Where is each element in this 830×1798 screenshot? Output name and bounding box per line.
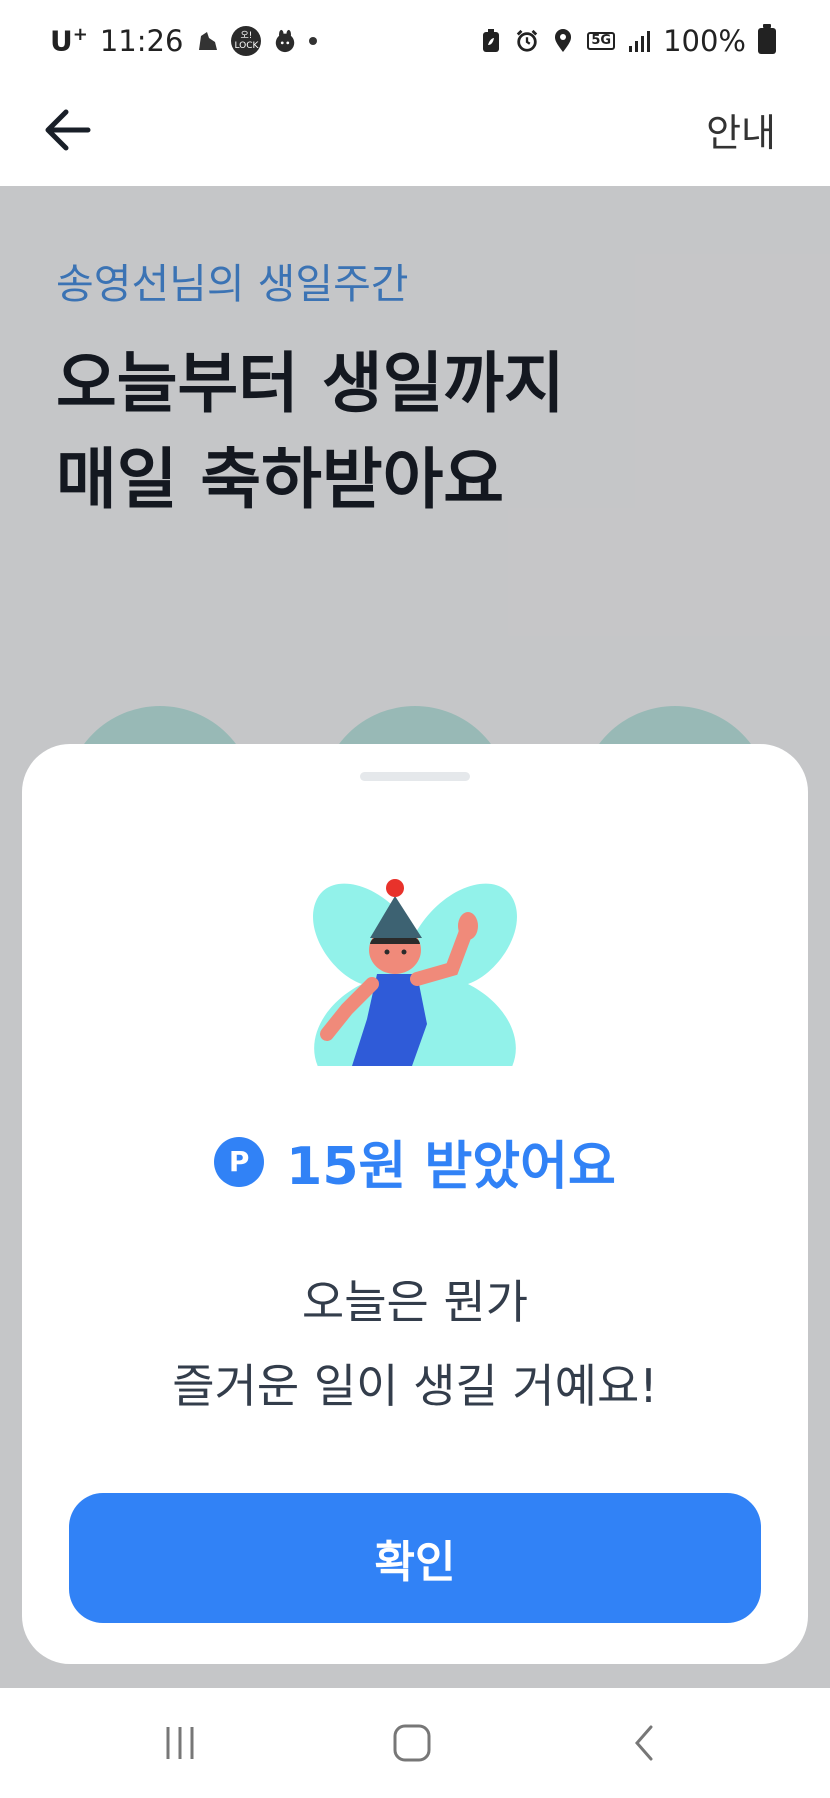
- app-header: 안내: [0, 80, 830, 186]
- status-left: U+ 11:26 오! LOCK: [50, 20, 318, 62]
- status-right: 5G 100%: [479, 20, 776, 62]
- home-icon: [393, 1724, 431, 1762]
- carrier-label: U+: [50, 24, 88, 58]
- confirm-button[interactable]: 확인: [69, 1493, 761, 1623]
- reward-bottom-sheet: P 15원 받았어요 오늘은 뭔가 즐거운 일이 생길 거예요! 확인: [22, 744, 808, 1664]
- battery-icon: [758, 24, 776, 54]
- home-button[interactable]: [372, 1718, 452, 1768]
- clock: 11:26: [99, 24, 184, 58]
- rabbit-icon: [273, 27, 297, 55]
- recent-apps-icon: [166, 1727, 194, 1759]
- sheet-handle[interactable]: [360, 772, 470, 781]
- back-button[interactable]: [40, 100, 100, 160]
- signal-icon: [627, 27, 651, 55]
- message-line-1: 오늘은 뭔가: [301, 1275, 529, 1329]
- reward-row: P 15원 받았어요: [22, 1124, 808, 1199]
- network-type: 5G: [587, 32, 616, 50]
- reward-amount-text: 15원 받았어요: [286, 1137, 616, 1197]
- battery-saver-icon: [479, 27, 503, 55]
- notification-dot: [309, 37, 318, 45]
- chevron-left-icon: [635, 1725, 653, 1761]
- battery-percent: 100%: [663, 24, 746, 58]
- recent-apps-button[interactable]: [140, 1718, 220, 1768]
- nav-back-button[interactable]: [605, 1718, 685, 1768]
- point-p-icon: P: [214, 1136, 265, 1187]
- message-line-2: 즐거운 일이 생길 거예요!: [172, 1359, 658, 1413]
- system-nav-bar: [0, 1688, 830, 1798]
- reward-message: 오늘은 뭔가 즐거운 일이 생길 거예요!: [22, 1260, 808, 1428]
- arrow-left-icon: [45, 109, 91, 151]
- lock-app-badge: 오! LOCK: [231, 26, 262, 56]
- shoe-icon: [195, 27, 219, 55]
- status-bar: U+ 11:26 오! LOCK 5G 100%: [0, 0, 830, 80]
- party-character-illustration: [313, 879, 517, 1066]
- alarm-icon: [515, 27, 539, 55]
- location-icon: [551, 27, 575, 55]
- info-button[interactable]: 안내: [706, 102, 776, 157]
